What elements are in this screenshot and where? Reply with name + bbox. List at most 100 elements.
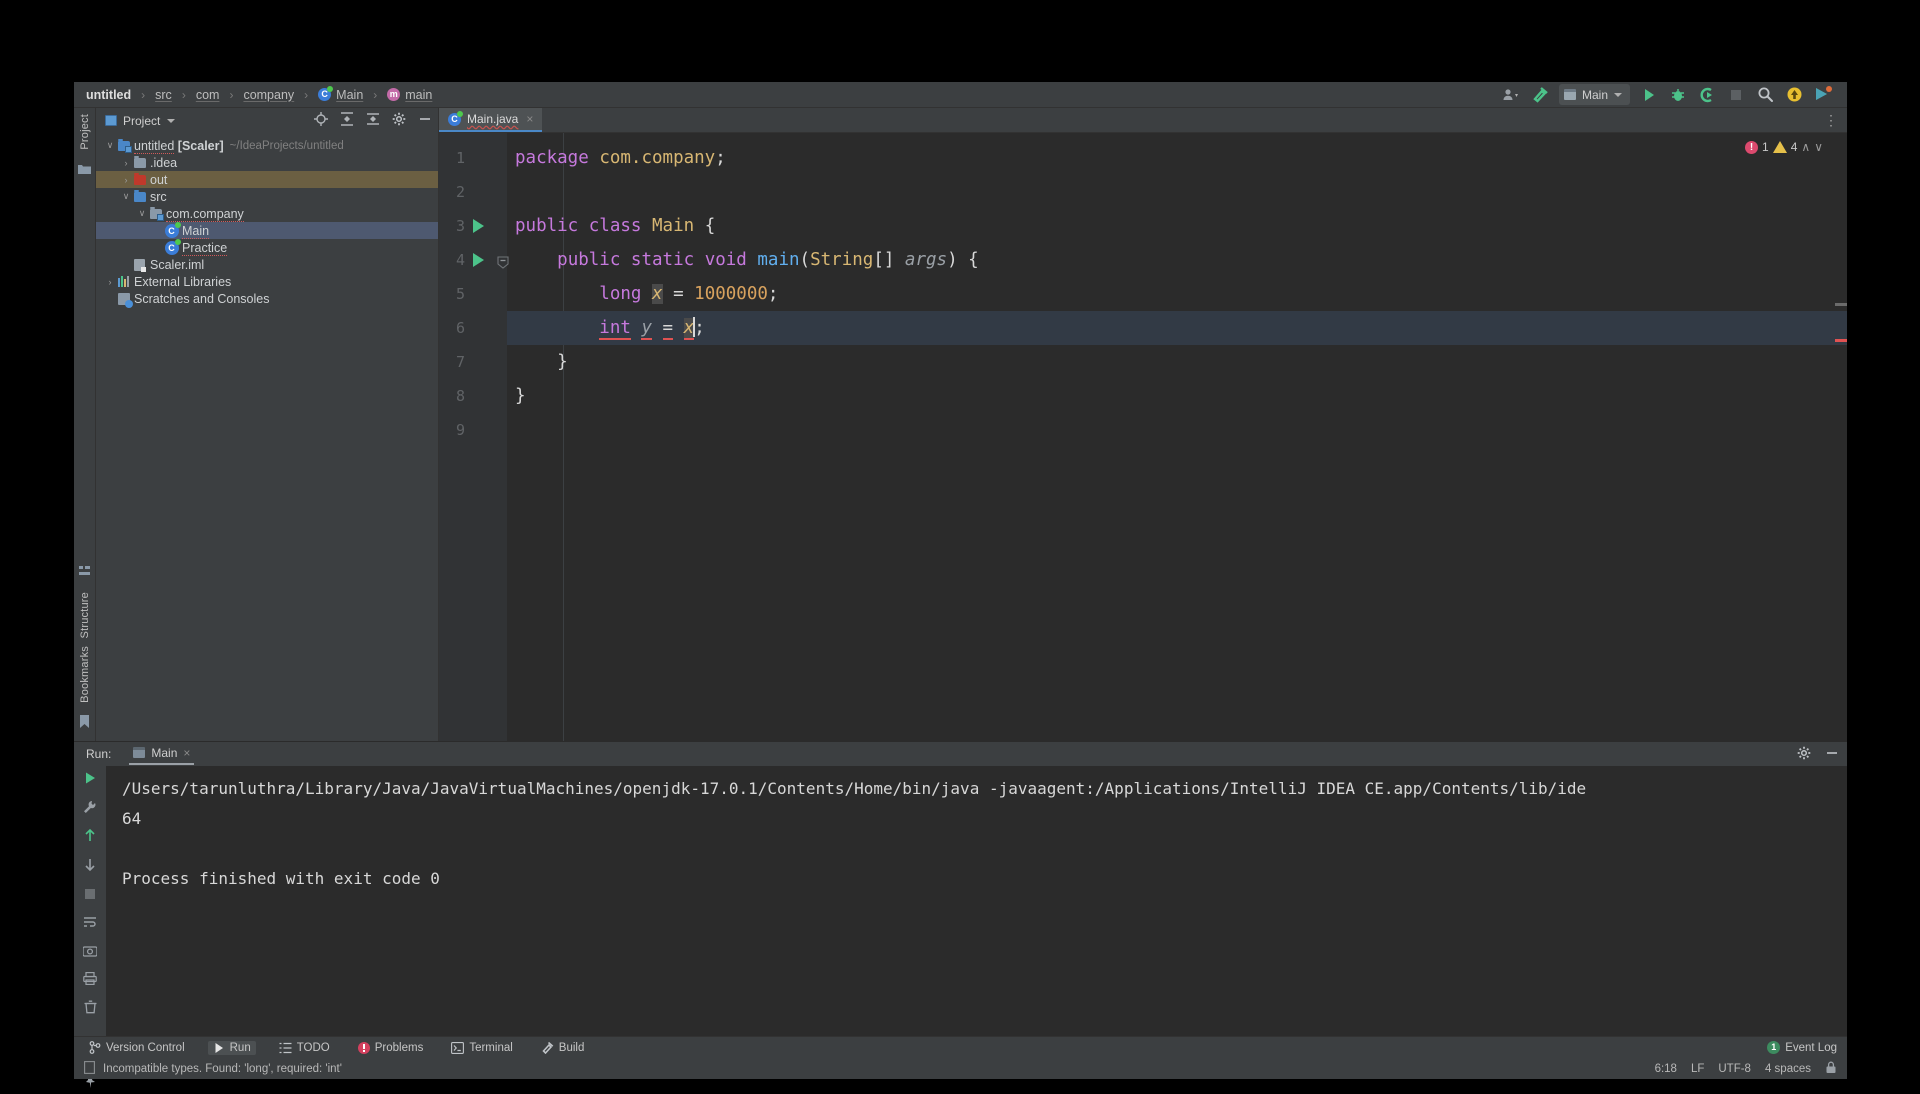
- close-icon[interactable]: ×: [526, 112, 533, 126]
- breadcrumb-item-main[interactable]: Main: [336, 88, 363, 102]
- tool-window-button-todo[interactable]: TODO: [274, 1041, 335, 1055]
- chevron-down-icon[interactable]: ∨: [136, 208, 148, 219]
- code-token: public: [515, 216, 579, 236]
- user-dropdown-icon[interactable]: [1501, 85, 1521, 105]
- collapse-all-icon[interactable]: [366, 112, 380, 129]
- chevron-right-icon[interactable]: ›: [120, 175, 132, 185]
- editor-tab-main-java[interactable]: C Main.java ×: [439, 108, 543, 132]
- gutter-run-icon[interactable]: [473, 219, 484, 233]
- search-everywhere-icon[interactable]: [1755, 85, 1775, 105]
- code-content[interactable]: package com.company; public class Main { …: [507, 133, 1847, 741]
- stop-icon[interactable]: [84, 887, 96, 905]
- notifications-icon[interactable]: [1813, 85, 1833, 105]
- run-configuration-selector[interactable]: Main: [1558, 84, 1630, 105]
- breadcrumb-item-company[interactable]: company: [243, 88, 294, 102]
- expand-all-icon[interactable]: [340, 112, 354, 129]
- code-token: int: [599, 318, 631, 340]
- breadcrumb-item-com[interactable]: com: [196, 88, 220, 102]
- rail-folder-icon[interactable]: [78, 162, 91, 180]
- gutter-run-icon[interactable]: [473, 253, 484, 267]
- breadcrumb-item-src[interactable]: src: [155, 88, 172, 102]
- rail-structure-label[interactable]: Structure: [79, 592, 91, 638]
- tree-node-scaler-iml[interactable]: Scaler.iml: [96, 256, 438, 273]
- marker-error[interactable]: [1835, 339, 1847, 342]
- tree-node-main[interactable]: C Main: [96, 221, 438, 239]
- rail-project-label[interactable]: Project: [79, 114, 91, 150]
- tool-window-label: TODO: [296, 1041, 330, 1054]
- tree-node-src[interactable]: ∨ src: [96, 188, 438, 205]
- chevron-right-icon[interactable]: ›: [104, 277, 116, 287]
- tree-node-practice[interactable]: C Practice: [96, 238, 438, 256]
- editor-marker-stripe[interactable]: [1835, 133, 1847, 741]
- breadcrumb-item-main[interactable]: main: [405, 88, 432, 102]
- close-icon[interactable]: ×: [183, 746, 190, 760]
- marker-warning[interactable]: [1835, 303, 1847, 306]
- tree-node--idea[interactable]: › .idea: [96, 154, 438, 171]
- rail-bookmarks-label[interactable]: Bookmarks: [79, 646, 91, 703]
- event-log-button[interactable]: 1 Event Log: [1767, 1041, 1837, 1054]
- hide-icon[interactable]: [1825, 746, 1839, 763]
- settings-gear-icon[interactable]: [392, 112, 406, 129]
- print-icon[interactable]: [83, 972, 97, 990]
- tool-window-button-version-control[interactable]: Version Control: [84, 1040, 190, 1055]
- caret-position[interactable]: 6:18: [1655, 1063, 1677, 1075]
- code-line[interactable]: [507, 175, 1847, 209]
- code-line[interactable]: }: [507, 345, 1847, 379]
- left-tool-rail: Project Structure Bookmarks: [74, 108, 96, 741]
- info-icon: [84, 1060, 95, 1077]
- run-with-coverage-icon[interactable]: [1697, 85, 1717, 105]
- tree-node-external-libraries[interactable]: › External Libraries: [96, 273, 438, 290]
- hide-icon[interactable]: [418, 112, 432, 129]
- code-line[interactable]: package com.company;: [507, 141, 1847, 175]
- soft-wrap-icon[interactable]: [83, 915, 97, 934]
- editor-options-icon[interactable]: ⋮: [1824, 112, 1839, 129]
- code-line[interactable]: long x = 1000000;: [507, 277, 1847, 311]
- scroll-up-icon[interactable]: [83, 828, 97, 848]
- line-separator[interactable]: LF: [1691, 1063, 1704, 1075]
- rerun-icon[interactable]: [83, 771, 97, 790]
- chevron-down-icon[interactable]: ∨: [104, 140, 116, 151]
- code-line[interactable]: public class Main {: [507, 209, 1847, 243]
- build-hammer-icon[interactable]: [1530, 85, 1550, 105]
- code-line[interactable]: [507, 413, 1847, 447]
- rail-bookmarks-icon[interactable]: [79, 715, 90, 733]
- editor-gutter[interactable]: 1 2 3 4 5 6 7 8 9: [439, 133, 529, 741]
- wrench-icon[interactable]: [83, 800, 97, 819]
- file-encoding[interactable]: UTF-8: [1718, 1063, 1751, 1075]
- tool-window-button-problems[interactable]: Problems: [353, 1041, 429, 1055]
- locate-icon[interactable]: [314, 112, 328, 129]
- chevron-right-icon[interactable]: ›: [120, 158, 132, 168]
- code-editor[interactable]: 1 2 3 4 5 6 7 8 9 package com.company; public cla…: [439, 133, 1847, 741]
- camera-icon[interactable]: [82, 944, 98, 962]
- tree-node-com-company[interactable]: ∨ com.company: [96, 205, 438, 222]
- rail-structure-icon[interactable]: [78, 564, 91, 582]
- warning-icon: [1772, 141, 1787, 153]
- chevron-down-icon[interactable]: [167, 118, 176, 123]
- code-line[interactable]: }: [507, 379, 1847, 413]
- breadcrumb-item-untitled[interactable]: untitled: [86, 88, 131, 102]
- tree-node-untitled-scaler-[interactable]: ∨ untitled [Scaler] ~/IdeaProjects/untitle…: [96, 137, 438, 154]
- clear-all-icon[interactable]: [84, 1000, 97, 1019]
- tool-window-button-terminal[interactable]: Terminal: [446, 1041, 517, 1055]
- inspection-widget[interactable]: ! 1 4 ∧ ∨: [1745, 140, 1823, 154]
- read-only-icon[interactable]: [1825, 1061, 1837, 1077]
- project-tree[interactable]: ∨ untitled [Scaler] ~/IdeaProjects/untitle…: [96, 133, 438, 741]
- code-line[interactable]: public static void main(String[] args) {: [507, 243, 1847, 277]
- tree-node-out[interactable]: › out: [96, 171, 438, 188]
- run-icon[interactable]: [1639, 85, 1659, 105]
- run-console-output[interactable]: /Users/tarunluthra/Library/Java/JavaVirt…: [106, 766, 1847, 1036]
- update-project-icon[interactable]: [1784, 85, 1804, 105]
- scroll-down-icon[interactable]: [83, 858, 97, 877]
- debug-icon[interactable]: [1668, 85, 1688, 105]
- tree-node-scratches-and-consoles[interactable]: Scratches and Consoles: [96, 290, 438, 308]
- stop-icon[interactable]: [1726, 85, 1746, 105]
- settings-gear-icon[interactable]: [1797, 746, 1811, 763]
- previous-problem-icon[interactable]: ∧: [1801, 140, 1810, 154]
- tool-window-button-run[interactable]: Run: [207, 1040, 256, 1055]
- tool-window-button-build[interactable]: Build: [536, 1040, 590, 1055]
- next-problem-icon[interactable]: ∨: [1814, 140, 1823, 154]
- code-line[interactable]: int y = x;: [507, 311, 1847, 345]
- chevron-down-icon[interactable]: ∨: [120, 191, 132, 202]
- indent-setting[interactable]: 4 spaces: [1765, 1063, 1811, 1075]
- run-tab-main[interactable]: Main ×: [129, 744, 195, 765]
